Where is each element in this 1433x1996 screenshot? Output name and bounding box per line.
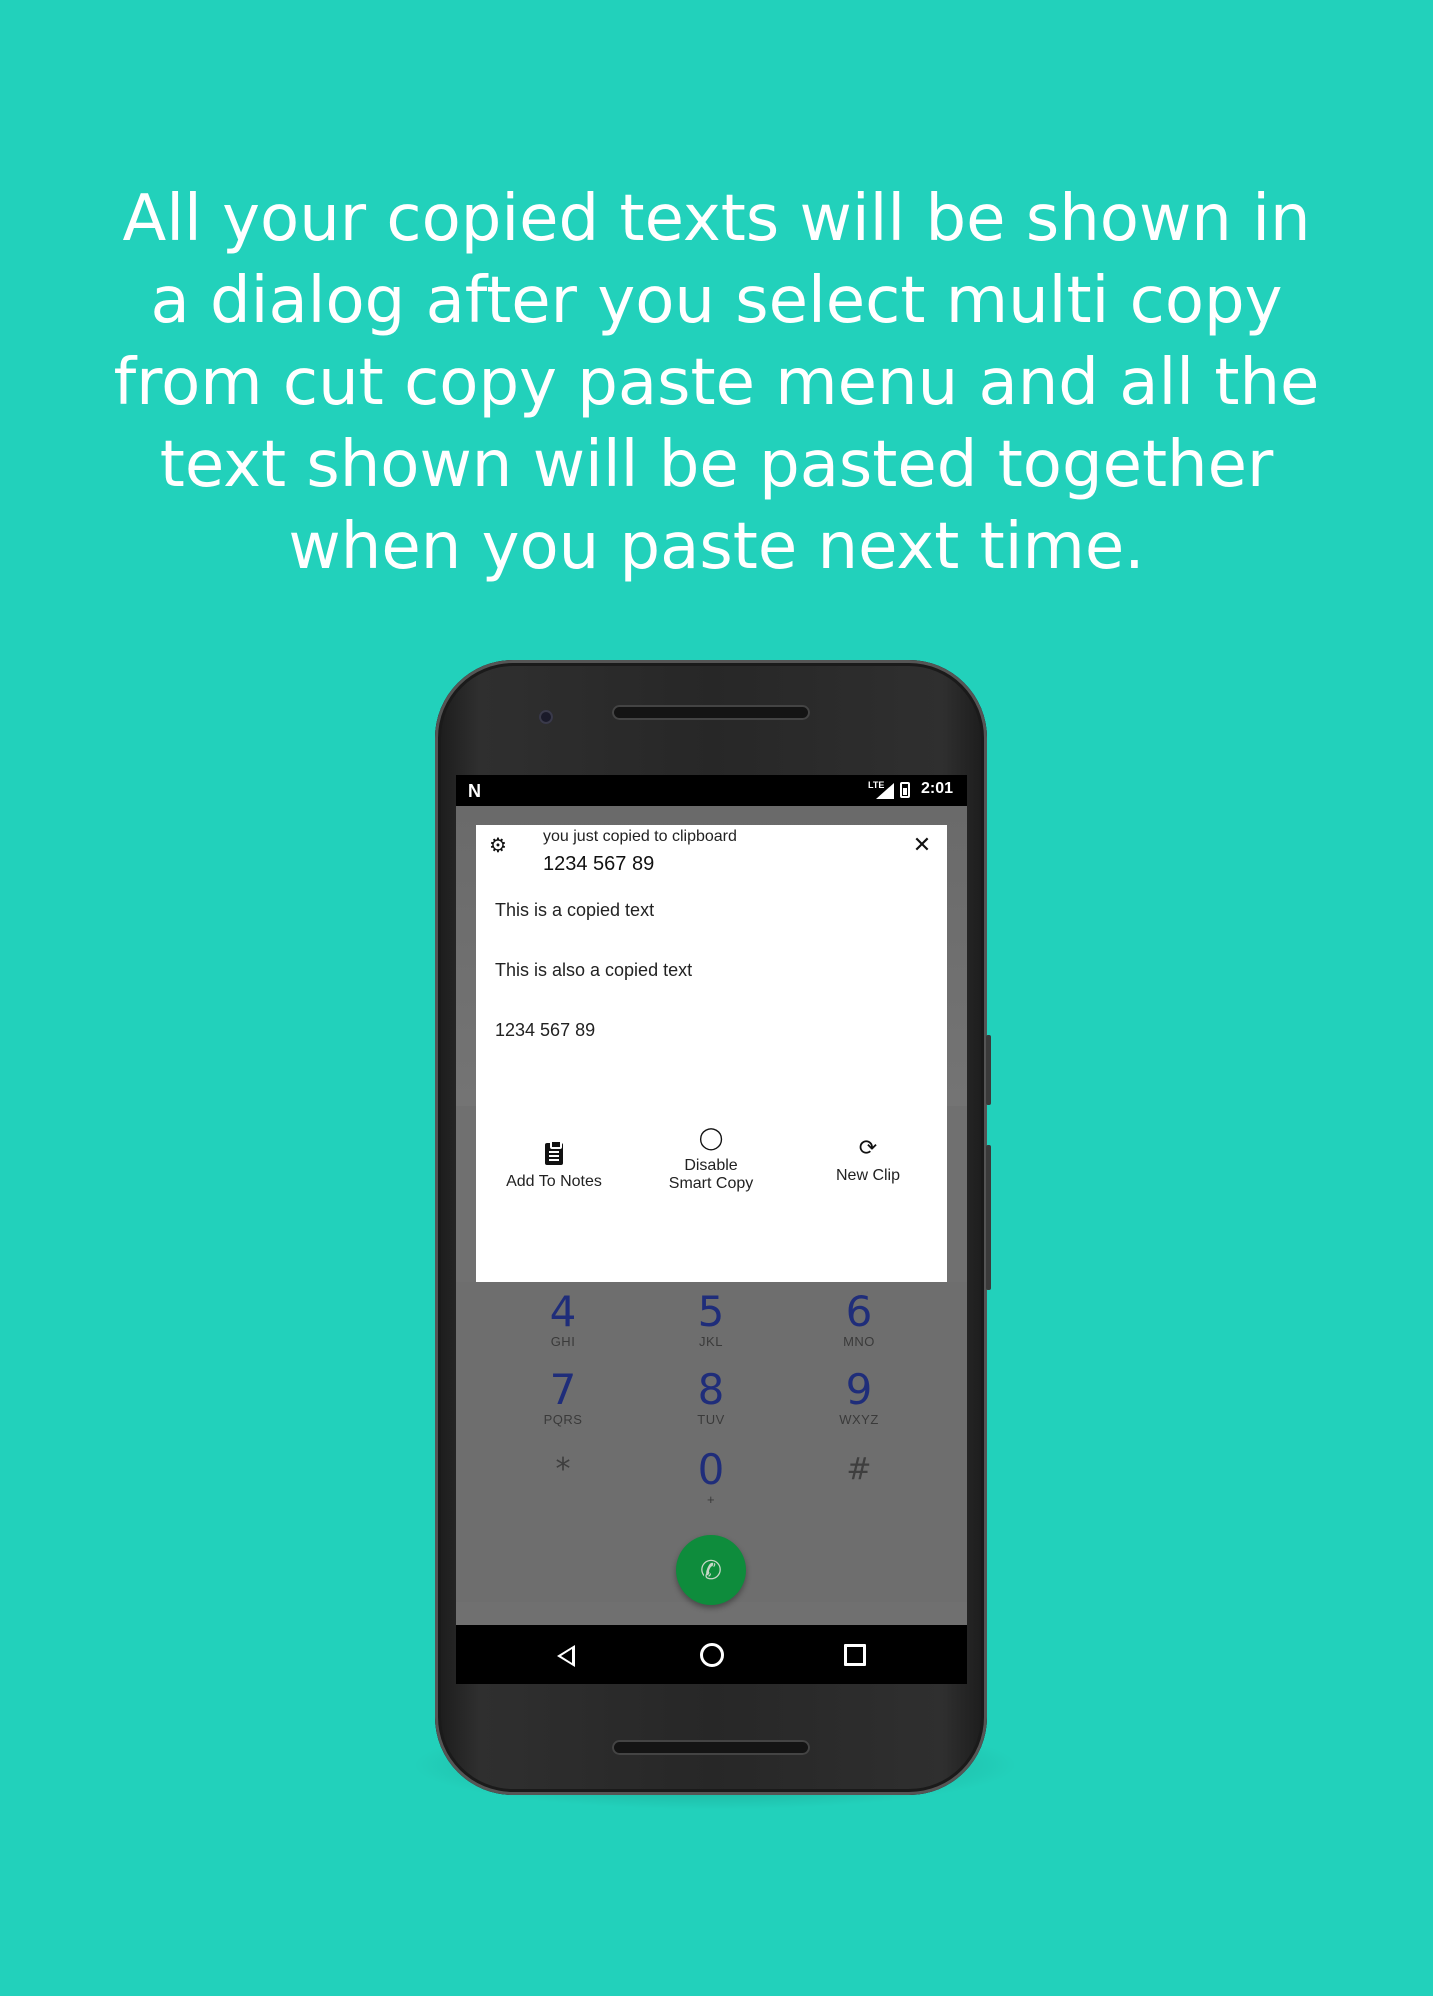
refresh-icon: ⟳ <box>858 1135 878 1160</box>
navigation-bar <box>456 1625 967 1684</box>
status-time: 2:01 <box>921 780 954 797</box>
headline-line: from cut copy paste menu and all the <box>113 346 1320 420</box>
new-clip-button[interactable]: ⟳ New Clip <box>793 1135 943 1185</box>
dialog-title: 1234 567 89 <box>543 853 655 875</box>
bottom-speaker <box>612 1740 810 1755</box>
disable-smart-copy-button[interactable]: ◯ Disable Smart Copy <box>636 1125 786 1193</box>
dialpad-key-5[interactable]: 5 JKL <box>651 1290 771 1350</box>
dialpad-key-8[interactable]: 8 TUV <box>651 1368 771 1428</box>
new-clip-label: New Clip <box>835 1167 900 1184</box>
battery-icon <box>900 782 910 798</box>
back-icon[interactable] <box>557 1645 575 1667</box>
disable-smart-copy-label: Disable <box>684 1157 738 1174</box>
front-camera <box>539 710 553 724</box>
dialpad-key-6[interactable]: 6 MNO <box>799 1290 919 1350</box>
signal-icon <box>876 783 894 799</box>
home-icon[interactable] <box>700 1643 724 1667</box>
dialpad-key-hash[interactable]: # <box>799 1448 919 1492</box>
clip-item[interactable]: This is also a copied text <box>495 960 692 981</box>
dialog-subtitle: you just copied to clipboard <box>543 828 737 845</box>
headline-line: All your copied texts will be shown in <box>122 182 1311 256</box>
clip-item[interactable]: 1234 567 89 <box>495 1020 595 1041</box>
add-to-notes-label: Add To Notes <box>506 1173 602 1190</box>
dialpad-key-star[interactable]: * <box>503 1448 623 1492</box>
clipboard-dialog: ⚙ you just copied to clipboard 1234 567 … <box>476 825 947 1282</box>
phone-icon: ✆ <box>700 1555 722 1585</box>
headline-line: a dialog after you select multi copy <box>150 264 1283 338</box>
lightbulb-icon: ◯ <box>698 1125 724 1150</box>
recents-icon[interactable] <box>844 1644 866 1666</box>
phone-screen: N LTE 2:01 4 GHI 5 JKL 6 MNO 7 PQRS 8 TU… <box>456 775 967 1684</box>
disable-smart-copy-label: Smart Copy <box>668 1175 754 1192</box>
power-button <box>986 1035 991 1105</box>
clip-item[interactable]: This is a copied text <box>495 900 654 921</box>
dialpad-key-0[interactable]: 0 + <box>651 1448 771 1508</box>
headline: All your copied texts will be shown in a… <box>100 178 1333 588</box>
dialpad-key-7[interactable]: 7 PQRS <box>503 1368 623 1428</box>
call-button[interactable]: ✆ <box>676 1535 746 1605</box>
headline-line: text shown will be pasted together <box>159 428 1274 502</box>
volume-button <box>986 1145 991 1290</box>
dialpad-key-4[interactable]: 4 GHI <box>503 1290 623 1350</box>
add-to-notes-button[interactable]: Add To Notes <box>479 1140 629 1191</box>
status-bar: N LTE 2:01 <box>456 775 967 806</box>
clipboard-icon <box>545 1140 563 1165</box>
headline-line: when you paste next time. <box>288 510 1145 584</box>
top-speaker <box>612 705 810 720</box>
close-icon[interactable]: ✕ <box>909 832 935 858</box>
dialpad-key-9[interactable]: 9 WXYZ <box>799 1368 919 1428</box>
notification-icon: N <box>468 781 481 801</box>
gear-icon[interactable]: ⚙ <box>489 835 511 857</box>
